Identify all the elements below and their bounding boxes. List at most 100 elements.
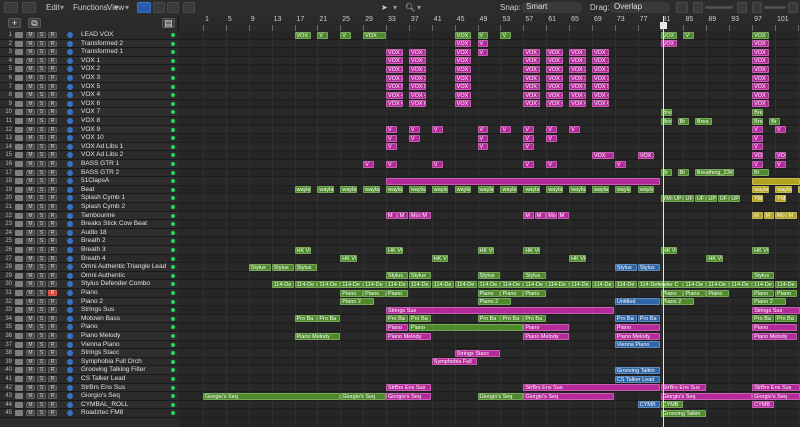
- track-name[interactable]: Strings Sus: [81, 306, 114, 314]
- vertical-zoom-out-icon[interactable]: [752, 2, 762, 13]
- solo-button[interactable]: S: [37, 367, 46, 374]
- track-header[interactable]: 5 M S R VOX 2: [0, 65, 178, 74]
- region[interactable]: VOX 4: [408, 91, 426, 99]
- region[interactable]: Br: [677, 169, 689, 177]
- power-icon[interactable]: [67, 178, 73, 185]
- track-header[interactable]: 39 M S R Symphobia Full Orch: [0, 358, 178, 367]
- region[interactable]: VOX: [752, 74, 769, 82]
- power-icon[interactable]: [67, 143, 73, 150]
- menu-edit[interactable]: Edit: [46, 2, 60, 13]
- region[interactable]: Pro Ba: [637, 315, 661, 323]
- region[interactable]: 114-De: [317, 280, 340, 288]
- power-icon[interactable]: [67, 126, 73, 133]
- power-icon[interactable]: [67, 66, 73, 73]
- region[interactable]: Stylus: [614, 263, 638, 271]
- region[interactable]: VOX: [454, 65, 472, 73]
- track-header[interactable]: 14 M S R VOX Ad Libs 1: [0, 142, 178, 152]
- solo-button[interactable]: S: [37, 75, 46, 81]
- region[interactable]: V: [386, 126, 397, 134]
- region[interactable]: VOX 1: [386, 57, 403, 65]
- track-header[interactable]: 12 M S R VOX 9: [0, 125, 178, 135]
- region[interactable]: VOX 2: [408, 65, 426, 73]
- region[interactable]: Pro Ba: [614, 315, 638, 323]
- region[interactable]: 114-De: [706, 280, 729, 288]
- region[interactable]: Strings Stacc: [454, 349, 500, 357]
- solo-button[interactable]: S: [37, 109, 46, 116]
- record-button[interactable]: R: [48, 264, 57, 271]
- region[interactable]: V: [408, 126, 420, 134]
- mute-button[interactable]: M: [26, 298, 35, 305]
- region[interactable]: waylaid: [523, 186, 540, 194]
- track-name[interactable]: Piano Melody: [81, 332, 120, 340]
- power-icon[interactable]: [67, 307, 73, 314]
- track-name[interactable]: Audio 18: [81, 229, 107, 237]
- region[interactable]: M: [786, 212, 798, 220]
- region[interactable]: V: [683, 31, 695, 39]
- mute-button[interactable]: M: [26, 247, 35, 253]
- bar-ruler[interactable]: 1 5 9 13 17 21 25 29 33 37 41 45 49 53 57 61 65 69 73 77 81 8…: [179, 16, 800, 32]
- region[interactable]: 114-De: [477, 280, 500, 288]
- region[interactable]: VOX 3: [408, 74, 426, 82]
- region[interactable]: VOX 5: [546, 83, 563, 91]
- mute-button[interactable]: M: [26, 169, 35, 176]
- mute-button[interactable]: M: [26, 384, 35, 391]
- record-button[interactable]: R: [48, 341, 57, 348]
- solo-button[interactable]: S: [37, 40, 46, 47]
- track-name[interactable]: LEAD VOX: [81, 31, 114, 39]
- record-button[interactable]: R: [48, 83, 57, 90]
- region[interactable]: VOX: [752, 151, 764, 159]
- solo-button[interactable]: S: [37, 255, 46, 262]
- mute-button[interactable]: M: [26, 290, 35, 296]
- solo-button[interactable]: S: [37, 298, 46, 305]
- region[interactable]: V: [340, 31, 352, 39]
- region[interactable]: 114-De: [775, 280, 798, 288]
- track-header[interactable]: 6 M S R VOX 3: [0, 74, 178, 83]
- region[interactable]: Piano Melody: [614, 332, 661, 340]
- track-header[interactable]: 21 M S R Splash Cymb 2: [0, 203, 178, 212]
- region[interactable]: VOX 1: [546, 48, 563, 56]
- power-icon[interactable]: [67, 333, 73, 339]
- record-button[interactable]: R: [48, 178, 57, 185]
- region[interactable]: VOX 3: [591, 74, 609, 82]
- region[interactable]: Giorgio's Seq: [752, 392, 800, 400]
- region[interactable]: waylaid: [546, 186, 563, 194]
- mute-button[interactable]: M: [26, 152, 35, 159]
- track-name[interactable]: VOX Ad Libs 1: [81, 143, 123, 151]
- power-icon[interactable]: [67, 83, 73, 90]
- track-header[interactable]: 3 M S R Transformed 1: [0, 48, 178, 57]
- region[interactable]: Grooving Talkin: [614, 366, 661, 374]
- mute-button[interactable]: M: [26, 350, 35, 357]
- region[interactable]: VOX: [454, 40, 472, 48]
- region[interactable]: 114-De: [591, 280, 615, 288]
- mute-button[interactable]: M: [26, 341, 35, 348]
- record-button[interactable]: R: [48, 152, 57, 159]
- region[interactable]: V: [386, 134, 397, 142]
- solo-button[interactable]: S: [37, 118, 46, 124]
- region[interactable]: Stylus: [523, 272, 546, 280]
- region[interactable]: waylaid: [591, 186, 609, 194]
- record-button[interactable]: R: [48, 169, 57, 176]
- region[interactable]: V: [363, 160, 375, 168]
- region[interactable]: 114-De: [294, 280, 317, 288]
- solo-button[interactable]: S: [37, 341, 46, 348]
- snap-select[interactable]: Smart: [522, 2, 582, 13]
- region[interactable]: [752, 177, 800, 185]
- region[interactable]: VOX 5: [591, 83, 609, 91]
- record-button[interactable]: R: [48, 195, 57, 202]
- track-name[interactable]: Breath 2: [81, 237, 106, 245]
- track-header[interactable]: 34 M S R Motown Bass: [0, 314, 178, 324]
- region[interactable]: 114-De: [454, 280, 478, 288]
- track-name[interactable]: Splash Cymb 1: [81, 194, 125, 202]
- region[interactable]: Piano: [500, 289, 523, 297]
- track-header[interactable]: 37 M S R Vienna Piano: [0, 341, 178, 350]
- mute-button[interactable]: M: [26, 83, 35, 90]
- track-name[interactable]: VOX 8: [81, 117, 100, 125]
- mute-button[interactable]: M: [26, 204, 35, 210]
- region[interactable]: V: [477, 31, 489, 39]
- flex-icon[interactable]: [183, 2, 195, 13]
- solo-button[interactable]: S: [37, 350, 46, 357]
- region[interactable]: Piano 2: [660, 298, 695, 306]
- region[interactable]: Piano: [363, 289, 386, 297]
- region[interactable]: VOX 6: [591, 100, 609, 108]
- solo-button[interactable]: S: [37, 401, 46, 408]
